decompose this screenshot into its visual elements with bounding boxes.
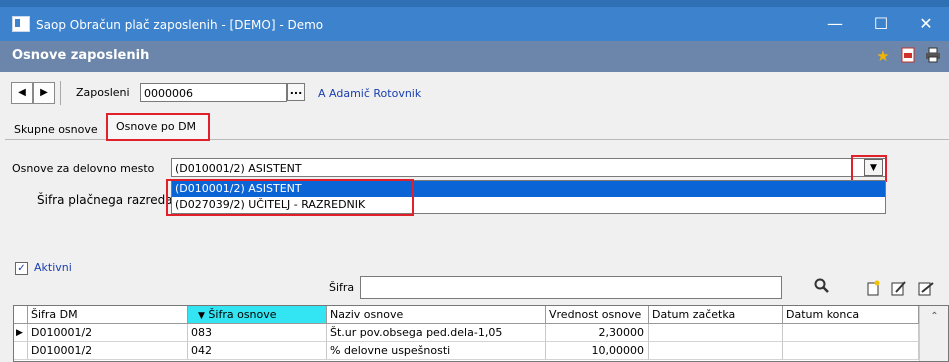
window-title: Saop Obračun plač zaposlenih - [DEMO] - … <box>36 18 324 32</box>
column-header-sifra-osnove-label: Šifra osnove <box>208 308 277 321</box>
column-header-datum-zacetka[interactable]: Datum začetka <box>649 306 783 324</box>
column-header-naziv-osnove[interactable]: Naziv osnove <box>327 306 546 324</box>
table-row-1-sifra-osnove[interactable]: 083 <box>188 324 327 342</box>
new-record-icon[interactable] <box>864 280 882 298</box>
pdf-export-icon[interactable] <box>899 47 917 65</box>
scroll-up-arrow-icon[interactable]: ⌃ <box>920 306 948 328</box>
pay-grade-label: Šifra plačnega razreda <box>37 193 173 207</box>
osnove-grid: Šifra DM ▼ Šifra osnove Naziv osnove Vre… <box>13 305 949 362</box>
employee-name-link[interactable]: A Adamič Rotovnik <box>318 87 421 100</box>
table-row-1-naziv[interactable]: Št.ur pov.obsega ped.dela-1,05 <box>327 324 546 342</box>
print-icon[interactable] <box>924 47 942 65</box>
dropdown-arrow-button[interactable]: ▼ <box>864 159 883 176</box>
edit-record-icon[interactable] <box>890 280 908 298</box>
titlebar-top-strip <box>0 0 949 7</box>
table-row-1-sifra-dm[interactable]: D010001/2 <box>28 324 188 342</box>
search-input[interactable] <box>360 276 782 299</box>
table-row-2-naziv[interactable]: % delovne uspešnosti <box>327 342 546 360</box>
dropdown-options-highlight <box>166 179 414 216</box>
row-indicator-header <box>14 306 28 324</box>
app-icon <box>12 16 30 32</box>
employee-browse-button[interactable]: ... <box>287 83 305 101</box>
tab-skupne-osnove[interactable]: Skupne osnove <box>12 119 100 141</box>
workplace-select[interactable]: (D010001/2) ASISTENT <box>171 158 887 177</box>
minimize-button[interactable]: — <box>812 10 858 38</box>
workplace-label: Osnove za delovno mesto <box>12 162 155 175</box>
current-row-indicator: ▶ <box>14 324 28 342</box>
search-icon[interactable] <box>813 278 831 296</box>
favorite-star-icon[interactable]: ★ <box>874 47 892 65</box>
table-row-1-vrednost[interactable]: 2,30000 <box>546 324 649 342</box>
column-header-sifra-dm[interactable]: Šifra DM <box>28 306 188 324</box>
active-label: Aktivni <box>34 261 72 274</box>
sort-desc-icon: ▼ <box>198 311 205 321</box>
column-header-vrednost-osnove[interactable]: Vrednost osnove <box>546 306 649 324</box>
window-titlebar: Saop Obračun plač zaposlenih - [DEMO] - … <box>0 0 949 41</box>
maximize-button[interactable]: ☐ <box>858 10 904 38</box>
row-2-indicator <box>14 342 28 360</box>
module-title: Osnove zaposlenih <box>12 48 150 63</box>
grid-vertical-scrollbar[interactable]: ⌃ <box>919 306 948 361</box>
table-row-2-sifra-osnove[interactable]: 042 <box>188 342 327 360</box>
table-row-2-datum-konca[interactable] <box>783 342 919 360</box>
toolbar-divider <box>60 81 61 105</box>
table-row-2-sifra-dm[interactable]: D010001/2 <box>28 342 188 360</box>
table-row-2-vrednost[interactable]: 10,00000 <box>546 342 649 360</box>
table-row-1-datum-zacetka[interactable] <box>649 324 783 342</box>
table-row-1-datum-konca[interactable] <box>783 324 919 342</box>
close-button[interactable]: ✕ <box>903 10 949 38</box>
employee-code-input[interactable]: 0000006 <box>140 83 287 102</box>
delete-record-icon[interactable] <box>917 280 935 298</box>
next-record-button[interactable]: ▶ <box>33 82 55 104</box>
tab-osnove-po-dm[interactable]: Osnove po DM <box>106 113 210 141</box>
previous-record-button[interactable]: ◀ <box>11 82 33 104</box>
column-header-sifra-osnove[interactable]: ▼ Šifra osnove <box>188 306 327 324</box>
employee-label: Zaposleni <box>76 86 130 99</box>
table-row-2-datum-zacetka[interactable] <box>649 342 783 360</box>
search-label: Šifra <box>329 281 355 294</box>
column-header-datum-konca[interactable]: Datum konca <box>783 306 919 324</box>
active-checkbox[interactable]: ✓ <box>15 262 28 275</box>
module-header: Osnove zaposlenih ★ <box>0 41 949 72</box>
